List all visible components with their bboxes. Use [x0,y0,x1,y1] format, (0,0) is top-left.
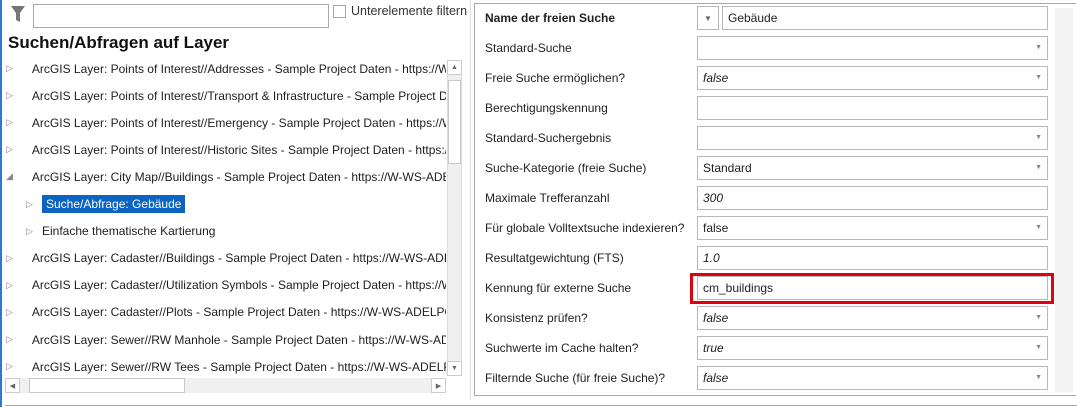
property-dropdown[interactable]: Standard ▼ [697,156,1048,180]
tree-item[interactable]: ▷ ArcGIS Layer: Points of Interest//Emerg… [0,109,446,136]
filter-icon[interactable] [10,5,26,23]
property-value: false [703,371,729,385]
scroll-up-button[interactable]: ▲ [447,60,462,75]
tree-item-label: ArcGIS Layer: Sewer//RW Manhole - Sample… [31,332,446,347]
tree-title: Suchen/Abfragen auf Layer [8,33,230,52]
expand-icon[interactable]: ▷ [6,361,13,372]
tree-item[interactable]: ▷ ArcGIS Layer: Cadaster//Buildings - Sam… [0,245,446,272]
tree-item[interactable]: ▷ Suche/Abfrage: Gebäude [0,191,446,218]
property-value: 300 [703,191,724,205]
tree-item[interactable]: ▷ ArcGIS Layer: Cadaster//Utilization Sym… [0,272,446,299]
tree-item-label: ArcGIS Layer: Points of Interest//Addres… [31,61,446,76]
expand-icon[interactable]: ▷ [6,253,13,264]
property-label: Suchwerte im Cache halten? [485,341,639,355]
expand-icon[interactable]: ▷ [6,144,13,155]
property-label: Resultatgewichtung (FTS) [485,251,624,265]
filter-subelements-label: Unterelemente filtern [351,4,468,18]
property-dropdown[interactable]: ▼ [697,36,1048,60]
property-dropdown[interactable]: false ▼ [697,66,1048,90]
property-value: false [703,71,729,85]
property-value: Standard [703,161,752,175]
tree-item[interactable]: ▷ ArcGIS Layer: Sewer//RW Tees - Sample P… [0,353,446,380]
name-input[interactable]: Gebäude [722,6,1048,30]
property-dropdown[interactable]: false ▼ [697,216,1048,240]
property-label: Für globale Volltextsuche indexieren? [485,221,685,235]
property-label: Berechtigungskennung [485,101,608,115]
property-label: Standard-Suchergebnis [485,131,612,145]
property-label: Kennung für externe Suche [485,281,632,295]
property-dropdown[interactable]: true ▼ [697,336,1048,360]
collapse-icon[interactable]: ◢ [6,171,13,182]
tree-item-label: ArcGIS Layer: Points of Interest//Histor… [31,142,446,157]
expand-icon[interactable]: ▷ [26,226,36,237]
chevron-down-icon[interactable]: ▼ [1035,37,1042,59]
tree-item-label: ArcGIS Layer: Cadaster//Utilization Symb… [31,278,446,293]
property-label: Freie Suche ermöglichen? [485,71,626,85]
tree-item[interactable]: ▷ ArcGIS Layer: Cadaster//Plots - Sample … [0,299,446,326]
filter-input[interactable] [33,4,329,28]
scroll-down-button[interactable]: ▼ [447,361,462,376]
tree-item-label: Einfache thematische Kartierung [42,224,216,239]
property-value: false [703,221,729,235]
tree-item[interactable]: ▷ ArcGIS Layer: Points of Interest//Histo… [0,136,446,163]
property-label: Suche-Kategorie (freie Suche) [485,161,647,175]
property-label-name: Name der freien Suche [485,11,616,25]
property-value: true [703,341,724,355]
scroll-left-button[interactable]: ◀ [5,378,20,393]
panel-splitter[interactable] [470,0,471,400]
property-dropdown[interactable]: false ▼ [697,306,1048,330]
property-label: Konsistenz prüfen? [485,311,588,325]
tree-item-label: ArcGIS Layer: Cadaster//Plots - Sample P… [31,305,446,320]
tree-item[interactable]: ▷ ArcGIS Layer: Sewer//RW Manhole - Sampl… [0,326,446,353]
name-dropdown-button[interactable]: ▼ [697,6,719,30]
expand-icon[interactable]: ▷ [6,307,13,318]
property-input[interactable]: 1.0 [697,246,1048,270]
properties-scrollbar[interactable] [1055,8,1073,392]
tree-item[interactable]: ▷ ArcGIS Layer: Points of Interest//Trans… [0,82,446,109]
property-value: 1.0 [703,251,720,265]
chevron-down-icon[interactable]: ▼ [1035,307,1042,329]
chevron-down-icon[interactable]: ▼ [1035,337,1042,359]
expand-icon[interactable]: ▷ [6,280,13,291]
chevron-down-icon[interactable]: ▼ [1035,367,1042,389]
chevron-down-icon[interactable]: ▼ [1035,67,1042,89]
tree-item-label: ArcGIS Layer: Points of Interest//Transp… [31,88,446,103]
tree-vertical-scroll-thumb[interactable] [448,80,461,164]
tree-item[interactable]: ▷ ArcGIS Layer: Points of Interest//Addre… [0,55,446,82]
tree-item-label: ArcGIS Layer: Sewer//RW Tees - Sample Pr… [31,359,446,374]
property-dropdown[interactable]: false ▼ [697,366,1048,390]
property-label: Filternde Suche (für freie Suche)? [485,371,666,385]
property-label: Maximale Trefferanzahl [485,191,610,205]
filter-subelements-checkbox[interactable] [333,5,346,18]
highlight-box [690,273,1054,304]
tree-horizontal-scroll-thumb[interactable] [29,378,185,393]
divider [5,405,1077,406]
property-dropdown[interactable]: ▼ [697,126,1048,150]
tree-item[interactable]: ◢ ArcGIS Layer: City Map//Buildings - Sam… [0,163,446,190]
chevron-down-icon[interactable]: ▼ [1035,157,1042,179]
expand-icon[interactable]: ▷ [6,117,13,128]
tree-item-label: ArcGIS Layer: Cadaster//Buildings - Samp… [31,251,446,266]
scroll-right-button[interactable]: ▶ [431,378,446,393]
tree-item[interactable]: ▷ Einfache thematische Kartierung [0,218,446,245]
property-label: Standard-Suche [485,41,572,55]
chevron-down-icon[interactable]: ▼ [1035,217,1042,239]
property-value: false [703,311,729,325]
expand-icon[interactable]: ▷ [6,63,13,74]
expand-icon[interactable]: ▷ [26,199,36,210]
chevron-down-icon[interactable]: ▼ [1035,127,1042,149]
tree-item-label: Suche/Abfrage: Gebäude [42,195,186,213]
expand-icon[interactable]: ▷ [6,90,13,101]
tree-item-label: ArcGIS Layer: City Map//Buildings - Samp… [31,169,446,184]
tree-item-label: ArcGIS Layer: Points of Interest//Emerge… [31,115,446,130]
expand-icon[interactable]: ▷ [6,334,13,345]
property-input[interactable] [697,96,1048,120]
property-input[interactable]: 300 [697,186,1048,210]
